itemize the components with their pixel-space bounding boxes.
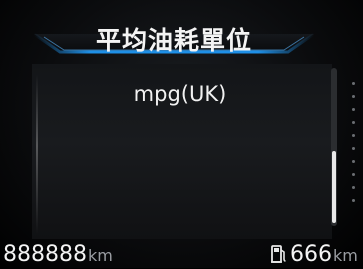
page-dot [352,121,355,124]
fuel-pump-icon [271,244,287,269]
page-dot [352,95,355,98]
page-dot [352,199,355,202]
page-dot [352,147,355,150]
fuel-range-value: 666 [290,242,332,267]
odometer-unit: km [87,246,113,265]
page-dot [352,82,355,85]
cluster-screen: 平均油耗單位 mpg(UK) 888888km 666km [0,0,363,268]
page-dot [352,173,355,176]
page-indicator-dots [351,82,357,212]
odometer-value: 888888 [3,242,87,267]
title-bar: 平均油耗單位 [24,4,324,56]
page-dot [352,134,355,137]
fuel-range-readout: 666km [271,242,358,269]
page-title: 平均油耗單位 [95,26,252,55]
fuel-range-unit: km [333,246,358,265]
panel-edge-left [36,74,38,234]
scrollbar-thumb[interactable] [332,151,336,223]
selected-unit-option[interactable]: mpg(UK) [110,82,250,106]
page-dot [352,160,355,163]
page-dot [352,186,355,189]
odometer-readout: 888888km [3,242,113,267]
page-dot [352,108,355,111]
